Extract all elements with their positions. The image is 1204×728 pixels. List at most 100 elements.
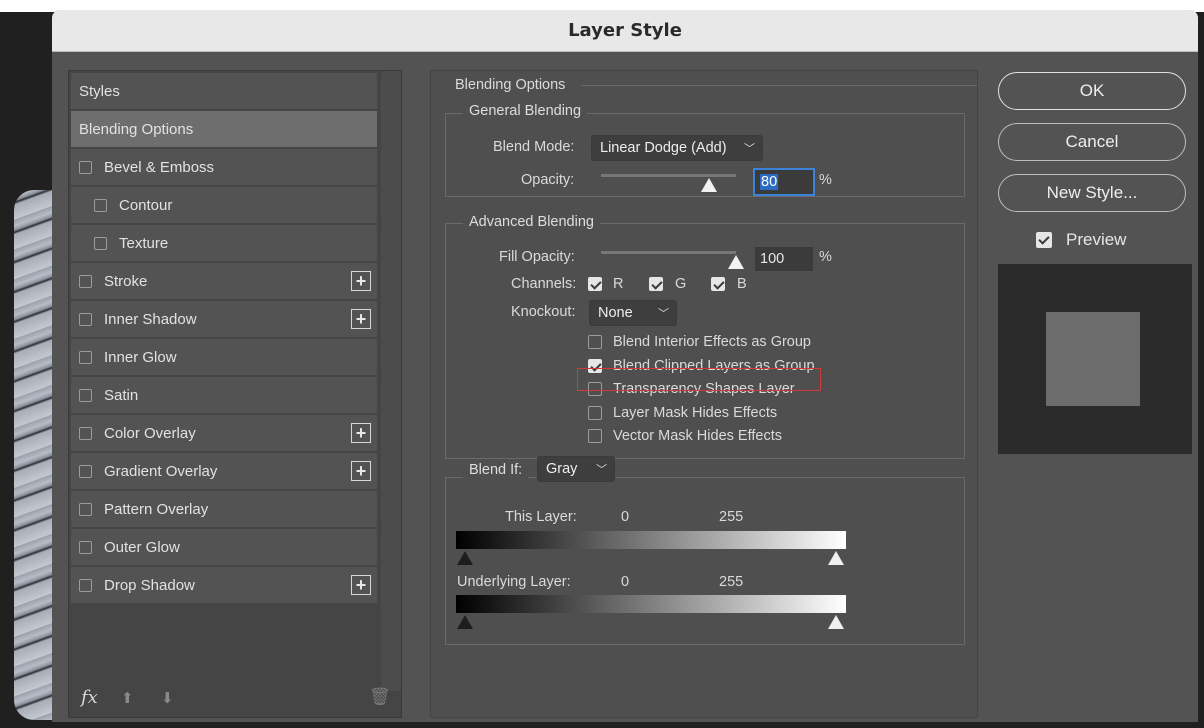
this-layer-gradient xyxy=(456,531,846,549)
style-item-inner-glow[interactable]: Inner Glow xyxy=(71,339,377,375)
option-checkbox-blend-interior-effects-as-group[interactable] xyxy=(588,335,602,349)
add-effect-plus-icon[interactable]: + xyxy=(351,271,371,291)
style-checkbox[interactable] xyxy=(79,160,92,174)
option-checkbox-vector-mask-hides-effects[interactable] xyxy=(588,429,602,443)
add-effect-plus-icon[interactable]: + xyxy=(351,575,371,595)
style-item-label: Inner Glow xyxy=(104,348,177,366)
style-checkbox[interactable] xyxy=(79,578,92,592)
style-item-stroke[interactable]: Stroke + xyxy=(71,263,377,299)
fill-opacity-slider-track[interactable] xyxy=(601,251,736,254)
style-checkbox[interactable] xyxy=(94,198,107,212)
styles-panel: Styles Blending Options Bevel & Emboss Con… xyxy=(68,70,402,718)
preview-checkbox[interactable] xyxy=(1036,232,1052,248)
option-label: Layer Mask Hides Effects xyxy=(613,404,778,421)
underlying-layer-white-slider[interactable] xyxy=(828,615,844,629)
style-checkbox[interactable] xyxy=(79,540,92,554)
ok-button-label: OK xyxy=(1079,81,1105,100)
this-layer-white-slider[interactable] xyxy=(828,551,844,565)
cancel-button-label: Cancel xyxy=(1065,132,1119,151)
move-down-icon[interactable]: ⬇ xyxy=(161,689,174,707)
channel-b-label: B xyxy=(737,276,747,292)
knockout-label: Knockout: xyxy=(511,304,576,320)
style-item-outer-glow[interactable]: Outer Glow xyxy=(71,529,377,565)
style-item-bevel-emboss[interactable]: Bevel & Emboss xyxy=(71,149,377,185)
layer-style-dialog: Layer Style Styles Blending Options Bevel… xyxy=(52,10,1198,722)
cancel-button[interactable]: Cancel xyxy=(998,123,1186,161)
style-checkbox[interactable] xyxy=(94,236,107,250)
general-blending-title: General Blending xyxy=(463,103,588,119)
blend-mode-label: Blend Mode: xyxy=(493,139,575,155)
channel-r-checkbox[interactable] xyxy=(588,277,602,291)
blend-mode-value: Linear Dodge (Add) xyxy=(600,140,727,156)
fx-icon[interactable]: fx xyxy=(81,687,98,708)
channel-g-label: G xyxy=(675,276,687,292)
channel-b-checkbox[interactable] xyxy=(711,277,725,291)
preview-label: Preview xyxy=(1066,230,1127,249)
this-layer-max: 255 xyxy=(719,509,744,525)
fill-opacity-slider-knob[interactable] xyxy=(728,255,744,269)
ok-button[interactable]: OK xyxy=(998,72,1186,110)
preview-toggle[interactable]: Preview xyxy=(1036,230,1126,250)
style-item-drop-shadow[interactable]: Drop Shadow + xyxy=(71,567,377,603)
style-checkbox[interactable] xyxy=(79,464,92,478)
style-item-label: Inner Shadow xyxy=(104,310,197,328)
style-item-label: Gradient Overlay xyxy=(104,462,218,480)
style-checkbox[interactable] xyxy=(79,274,92,288)
knockout-dropdown[interactable]: None ﹀ xyxy=(589,300,677,326)
new-style-button-label: New Style... xyxy=(1046,183,1138,202)
style-checkbox[interactable] xyxy=(79,312,92,326)
blend-if-dropdown[interactable]: Gray ﹀ xyxy=(537,456,615,482)
channels-label: Channels: xyxy=(511,276,577,292)
chevron-down-icon: ﹀ xyxy=(744,143,755,155)
style-item-label: Drop Shadow xyxy=(104,576,195,594)
blend-if-group xyxy=(445,477,965,645)
underlying-layer-min: 0 xyxy=(621,574,630,590)
add-effect-plus-icon[interactable]: + xyxy=(351,461,371,481)
style-item-inner-shadow[interactable]: Inner Shadow + xyxy=(71,301,377,337)
fill-opacity-input[interactable]: 100 xyxy=(755,247,813,271)
channel-g-checkbox[interactable] xyxy=(649,277,663,291)
style-item-contour[interactable]: Contour xyxy=(71,187,377,223)
opacity-slider-track[interactable] xyxy=(601,174,736,177)
underlying-layer-gradient xyxy=(456,595,846,613)
new-style-button[interactable]: New Style... xyxy=(998,174,1186,212)
underlying-layer-black-slider[interactable] xyxy=(457,615,473,629)
style-item-pattern-overlay[interactable]: Pattern Overlay xyxy=(71,491,377,527)
opacity-input[interactable]: 80 xyxy=(753,168,815,196)
styles-list: Styles Blending Options Bevel & Emboss Con… xyxy=(69,71,379,671)
style-item-gradient-overlay[interactable]: Gradient Overlay + xyxy=(71,453,377,489)
styles-scrollbar[interactable] xyxy=(381,71,401,691)
transparency-highlight-box xyxy=(577,368,821,391)
fill-opacity-value: 100 xyxy=(760,251,785,267)
trash-icon[interactable]: 🗑 xyxy=(369,687,391,707)
blend-if-value: Gray xyxy=(546,461,578,477)
style-item-satin[interactable]: Satin xyxy=(71,377,377,413)
opacity-slider-knob[interactable] xyxy=(701,178,717,192)
add-effect-plus-icon[interactable]: + xyxy=(351,309,371,329)
dialog-titlebar: Layer Style xyxy=(52,10,1198,52)
style-item-texture[interactable]: Texture xyxy=(71,225,377,261)
underlying-layer-label: Underlying Layer: xyxy=(457,574,571,590)
option-checkbox-layer-mask-hides-effects[interactable] xyxy=(588,405,602,420)
style-checkbox[interactable] xyxy=(79,388,92,402)
styles-header[interactable]: Styles xyxy=(71,73,377,109)
blending-options-title: Blending Options xyxy=(455,77,566,93)
blend-mode-dropdown[interactable]: Linear Dodge (Add) ﹀ xyxy=(591,135,763,161)
chevron-down-icon: ﹀ xyxy=(596,464,607,476)
style-checkbox[interactable] xyxy=(79,502,92,516)
style-item-color-overlay[interactable]: Color Overlay + xyxy=(71,415,377,451)
style-item-label: Pattern Overlay xyxy=(104,500,209,518)
style-item-blending-options[interactable]: Blending Options xyxy=(71,111,377,147)
style-checkbox[interactable] xyxy=(79,350,92,364)
option-label: Blend Interior Effects as Group xyxy=(613,334,812,350)
fill-opacity-percent: % xyxy=(819,249,832,265)
move-up-icon[interactable]: ⬆ xyxy=(121,689,134,707)
chevron-down-icon: ﹀ xyxy=(658,308,669,320)
this-layer-black-slider[interactable] xyxy=(457,551,473,565)
style-item-label: Contour xyxy=(119,196,173,214)
style-checkbox[interactable] xyxy=(79,426,92,440)
channel-r-label: R xyxy=(613,276,624,292)
style-item-label: Outer Glow xyxy=(104,538,180,556)
add-effect-plus-icon[interactable]: + xyxy=(351,423,371,443)
style-item-label: Stroke xyxy=(104,272,148,290)
